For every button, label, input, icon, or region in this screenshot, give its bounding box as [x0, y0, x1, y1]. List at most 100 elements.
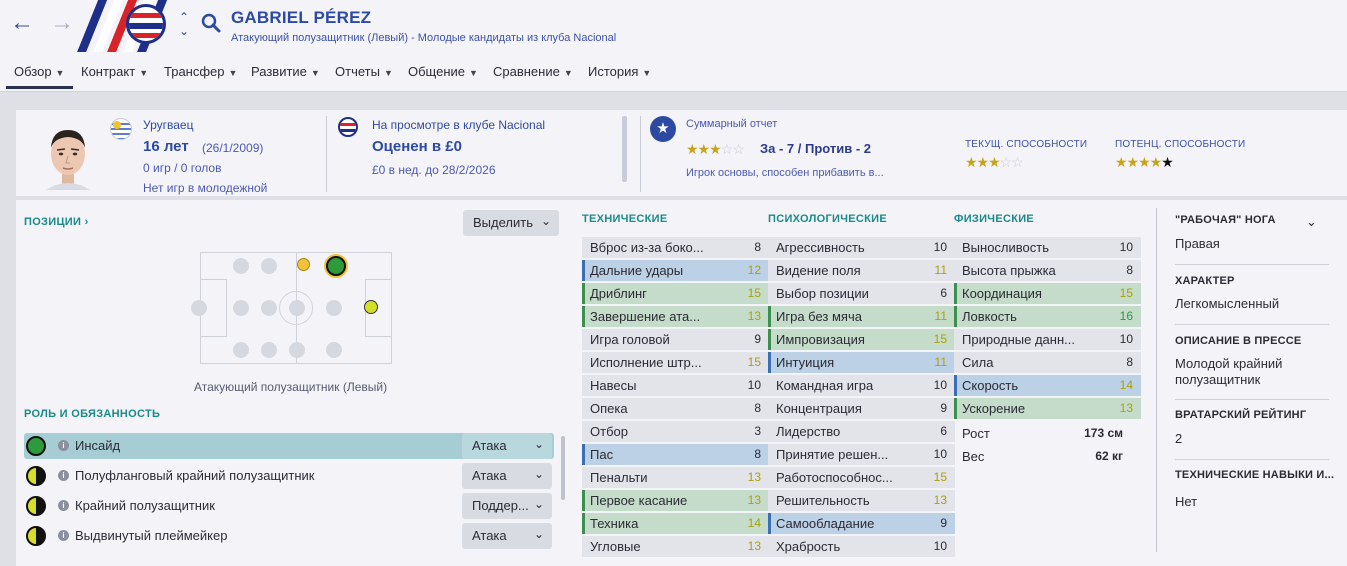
attribute-name: Высота прыжка	[962, 263, 1056, 278]
technical-skills-title: ТЕХНИЧЕСКИЕ НАВЫКИ И...	[1175, 469, 1335, 481]
attribute-row[interactable]: Интуиция 11	[768, 351, 955, 374]
attribute-row[interactable]: Завершение ата... 13	[582, 305, 769, 328]
attribute-value: 8	[754, 240, 761, 254]
tab-transfer[interactable]: Трансфер ▼	[164, 64, 237, 79]
attribute-value: 13	[747, 470, 761, 484]
attribute-row[interactable]: Видение поля 11	[768, 259, 955, 282]
attribute-row[interactable]: Лидерство 6	[768, 420, 955, 443]
technical-attributes: Вброс из-за боко... 8 Дальние удары 12 Дрибл…	[582, 236, 769, 558]
attribute-row[interactable]: Агрессивность 10	[768, 236, 955, 259]
attribute-name: Природные данн...	[962, 332, 1075, 347]
attribute-value: 173 см	[1084, 426, 1123, 440]
attribute-value: 16	[1119, 309, 1133, 323]
technical-title: ТЕХНИЧЕСКИЕ	[582, 213, 668, 225]
info-icon[interactable]: i	[58, 440, 69, 451]
attribute-row[interactable]: Исполнение штр... 15	[582, 351, 769, 374]
attribute-name: Опека	[590, 401, 628, 416]
attribute-row[interactable]: Принятие решен... 10	[768, 443, 955, 466]
attribute-row[interactable]: Сила 8	[954, 351, 1141, 374]
attribute-row[interactable]: Дриблинг 15	[582, 282, 769, 305]
attribute-row[interactable]: Выбор позиции 6	[768, 282, 955, 305]
roles-scrollbar[interactable]	[561, 436, 565, 500]
attribute-value: 8	[1126, 263, 1133, 277]
tab-contract[interactable]: Контракт ▼	[81, 64, 148, 79]
attribute-row[interactable]: Вброс из-за боко... 8	[582, 236, 769, 259]
role-row[interactable]: i Крайний полузащитник Поддер... ⌄	[24, 493, 554, 519]
position-dot	[233, 342, 249, 358]
attribute-row[interactable]: Храбрость 10	[768, 535, 955, 558]
attribute-name: Первое касание	[590, 493, 688, 508]
player-subtitle[interactable]: Атакующий полузащитник (Левый) - Молодые…	[231, 32, 616, 44]
attribute-name: Скорость	[962, 378, 1019, 393]
attribute-row[interactable]: Угловые 13	[582, 535, 769, 558]
player-switch-arrows[interactable]: ⌃ ⌄	[176, 10, 192, 38]
attribute-row[interactable]: Природные данн... 10	[954, 328, 1141, 351]
attribute-name: Вброс из-за боко...	[590, 240, 704, 255]
attribute-row[interactable]: Командная игра 10	[768, 374, 955, 397]
nationality[interactable]: Уругваец	[143, 118, 193, 132]
attribute-row[interactable]: Координация 15	[954, 282, 1141, 305]
attribute-row[interactable]: Вес 62 кг	[954, 445, 1141, 468]
attribute-row[interactable]: Ускорение 13	[954, 397, 1141, 420]
back-arrow-icon[interactable]: ←	[8, 10, 36, 38]
position-dot	[233, 300, 249, 316]
attribute-row[interactable]: Отбор 3	[582, 420, 769, 443]
attribute-row[interactable]: Игра без мяча 11	[768, 305, 955, 328]
tab-development[interactable]: Развитие ▼	[251, 64, 320, 79]
duty-dropdown[interactable]: Атака ⌄	[462, 463, 552, 489]
attribute-value: 9	[754, 332, 761, 346]
player-face-image	[46, 130, 90, 190]
tab-comparison[interactable]: Сравнение ▼	[493, 64, 573, 79]
search-icon[interactable]	[200, 12, 222, 34]
role-row[interactable]: i Полуфланговый крайний полузащитник Ата…	[24, 463, 554, 489]
attribute-value: 10	[933, 240, 947, 254]
attribute-row[interactable]: Опека 8	[582, 397, 769, 420]
position-dot	[261, 300, 277, 316]
attribute-row[interactable]: Техника 14	[582, 512, 769, 535]
attribute-row[interactable]: Рост 173 см	[954, 422, 1141, 445]
attribute-name: Ускорение	[962, 401, 1026, 416]
role-rating-icon	[26, 526, 46, 546]
trial-status[interactable]: На просмотре в клубе Nacional	[372, 118, 545, 132]
attribute-row[interactable]: Выносливость 10	[954, 236, 1141, 259]
attribute-value: 9	[940, 516, 947, 530]
attribute-row[interactable]: Скорость 14	[954, 374, 1141, 397]
attribute-name: Выносливость	[962, 240, 1049, 255]
attribute-row[interactable]: Работоспособнос... 15	[768, 466, 955, 489]
position-dot	[289, 300, 305, 316]
attribute-row[interactable]: Импровизация 15	[768, 328, 955, 351]
attribute-row[interactable]: Пас 8	[582, 443, 769, 466]
duty-dropdown[interactable]: Атака ⌄	[462, 433, 552, 459]
attribute-row[interactable]: Навесы 10	[582, 374, 769, 397]
attribute-value: 10	[747, 378, 761, 392]
attribute-row[interactable]: Игра головой 9	[582, 328, 769, 351]
report-label[interactable]: Суммарный отчет	[686, 118, 777, 130]
attribute-row[interactable]: Самообладание 9	[768, 512, 955, 535]
tab-history[interactable]: История ▼	[588, 64, 651, 79]
tab-reports[interactable]: Отчеты ▼	[335, 64, 393, 79]
potential-ability-label: ПОТЕНЦ. СПОСОБНОСТИ	[1115, 139, 1246, 150]
tab-overview[interactable]: Обзор ▼	[14, 64, 64, 79]
attribute-row[interactable]: Высота прыжка 8	[954, 259, 1141, 282]
attribute-row[interactable]: Первое касание 13	[582, 489, 769, 512]
position-dot	[261, 342, 277, 358]
attribute-row[interactable]: Решительность 13	[768, 489, 955, 512]
summary-scrollbar[interactable]	[622, 116, 627, 182]
role-row[interactable]: i Инсайд Атака ⌄	[24, 433, 554, 459]
highlight-dropdown[interactable]: Выделить ⌄	[463, 210, 559, 236]
attribute-row[interactable]: Концентрация 9	[768, 397, 955, 420]
tab-interaction[interactable]: Общение ▼	[408, 64, 478, 79]
attribute-row[interactable]: Дальние удары 12	[582, 259, 769, 282]
attribute-value: 9	[940, 401, 947, 415]
role-row[interactable]: i Выдвинутый плеймейкер Атака ⌄	[24, 523, 554, 549]
info-icon[interactable]: i	[58, 530, 69, 541]
duty-dropdown[interactable]: Поддер... ⌄	[462, 493, 552, 519]
attribute-row[interactable]: Пенальти 13	[582, 466, 769, 489]
chevron-down-icon[interactable]: ⌄	[1306, 214, 1317, 230]
attribute-row[interactable]: Ловкость 16	[954, 305, 1141, 328]
duty-dropdown[interactable]: Атака ⌄	[462, 523, 552, 549]
attribute-name: Игра головой	[590, 332, 670, 347]
info-icon[interactable]: i	[58, 470, 69, 481]
info-icon[interactable]: i	[58, 500, 69, 511]
positions-title[interactable]: ПОЗИЦИИ ›	[24, 216, 89, 228]
